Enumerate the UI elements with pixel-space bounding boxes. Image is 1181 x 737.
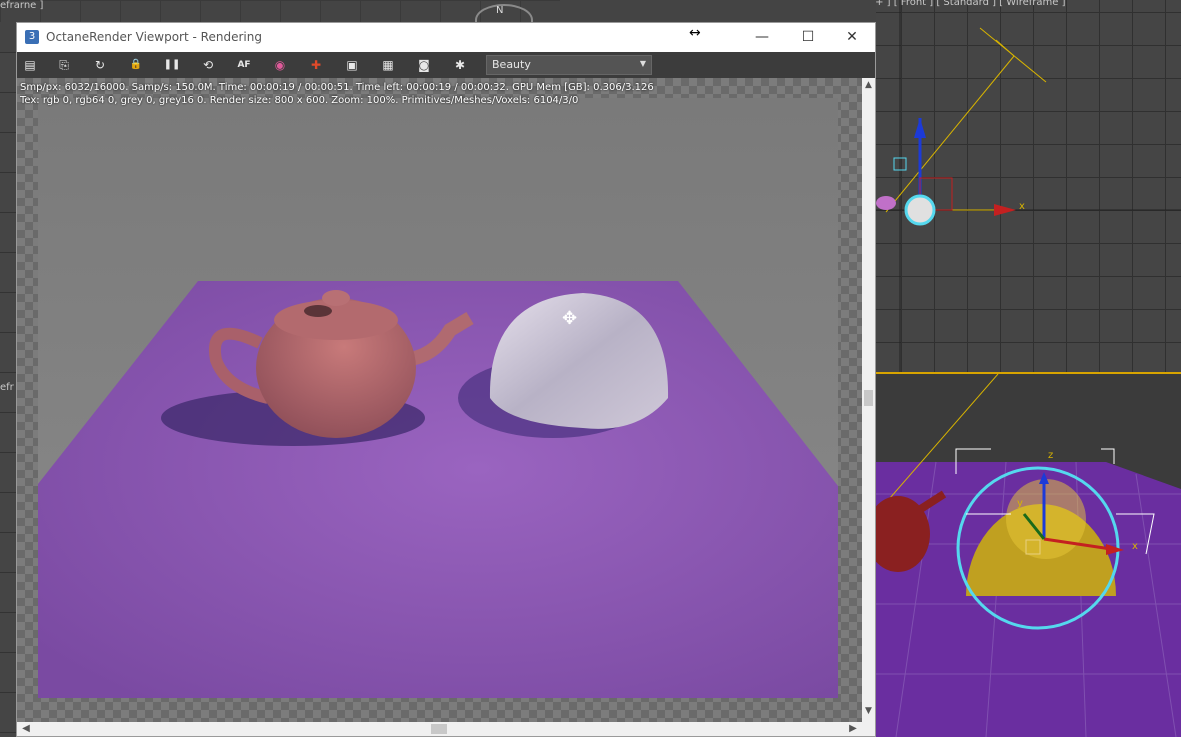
- move-cursor-icon: ✥: [562, 308, 578, 329]
- pause-icon[interactable]: ❚❚: [163, 56, 181, 74]
- resize-cursor-icon: ↔: [689, 25, 701, 41]
- save-render-icon[interactable]: ▤: [21, 56, 39, 74]
- teapot-knob: [322, 290, 350, 306]
- window-title: OctaneRender Viewport - Rendering: [46, 30, 262, 44]
- refresh-icon[interactable]: ⟲: [199, 56, 217, 74]
- render-stats: Smp/px: 6032/16000. Samp/s: 150.0M. Time…: [20, 81, 654, 107]
- horizontal-scroll-thumb[interactable]: [431, 724, 447, 734]
- bbox-corner-tr: [1101, 448, 1115, 464]
- rendered-image[interactable]: [38, 98, 838, 698]
- scroll-up-arrow[interactable]: ▲: [863, 80, 874, 94]
- gizmo-z-arrowhead: [914, 118, 926, 138]
- lock-icon[interactable]: 🔒: [127, 56, 145, 74]
- persp-axis-y-label: y: [1017, 498, 1023, 509]
- region-render-icon[interactable]: ✚: [307, 56, 325, 74]
- top-left-viewport[interactable]: efrarne ] N: [0, 0, 560, 36]
- camera-line-3: [995, 39, 1015, 57]
- render-stats-line-2: Tex: rgb 0, rgb64 0, grey 0, grey16 0. R…: [20, 95, 579, 106]
- chevron-down-icon: ▼: [639, 59, 646, 68]
- camera-line-2: [885, 55, 1015, 213]
- front-viewport[interactable]: [ + ] [ Front ] [ Standard ] [ Wireframe…: [876, 0, 1181, 372]
- restart-render-icon[interactable]: ↻: [91, 56, 109, 74]
- render-pass-dropdown[interactable]: Beauty ▼: [486, 55, 652, 75]
- persp-axis-z-label: z: [1048, 450, 1054, 461]
- render-pass-value: Beauty: [492, 58, 531, 71]
- front-axis-x-label: x: [1019, 201, 1025, 212]
- color-picker-icon[interactable]: ◉: [271, 56, 289, 74]
- persp-axis-x-label: x: [1132, 541, 1138, 552]
- front-viewport-scene: [876, 0, 1181, 372]
- gizmo-x-arrowhead: [994, 204, 1016, 216]
- teapot-lid-hole: [304, 305, 332, 317]
- octane-render-window[interactable]: 3 OctaneRender Viewport - Rendering ↔ — …: [16, 22, 876, 737]
- dome-highlight: [1006, 479, 1086, 559]
- close-button[interactable]: ✕: [829, 23, 875, 52]
- camera-icon[interactable]: ◙: [415, 56, 433, 74]
- compass-north-label: N: [496, 5, 504, 16]
- minimize-button[interactable]: —: [739, 23, 785, 52]
- left-viewport-label: efr: [0, 382, 14, 393]
- film-icon[interactable]: ▦: [379, 56, 397, 74]
- autofocus-icon[interactable]: AF: [235, 56, 253, 74]
- perspective-viewport[interactable]: x y z: [876, 374, 1181, 737]
- left-viewport-strip[interactable]: efr: [0, 52, 16, 737]
- vertical-scroll-thumb[interactable]: [864, 390, 873, 406]
- selected-sphere-front: [904, 194, 936, 226]
- render-canvas[interactable]: Smp/px: 6032/16000. Samp/s: 150.0M. Time…: [17, 78, 862, 722]
- app-icon: 3: [25, 30, 39, 44]
- settings-gear-icon[interactable]: ✱: [451, 56, 469, 74]
- horizontal-scrollbar[interactable]: ◀ ▶: [17, 722, 862, 736]
- display-icon[interactable]: ▣: [343, 56, 361, 74]
- scroll-left-arrow[interactable]: ◀: [19, 722, 33, 736]
- top-left-viewport-label: efrarne ]: [0, 0, 44, 11]
- maximize-button[interactable]: ☐: [785, 23, 831, 52]
- render-toolbar: ▤ ⎘ ↻ 🔒 ❚❚ ⟲ AF ◉ ✚ ▣ ▦ ◙ ✱ Beauty ▼: [17, 52, 875, 78]
- perspective-viewport-scene: [876, 374, 1181, 737]
- copy-icon[interactable]: ⎘: [55, 56, 73, 74]
- title-bar[interactable]: 3 OctaneRender Viewport - Rendering ↔ — …: [17, 23, 875, 52]
- scroll-down-arrow[interactable]: ▼: [863, 706, 874, 720]
- vertical-scrollbar[interactable]: ▲ ▼: [862, 78, 875, 722]
- scroll-right-arrow[interactable]: ▶: [846, 722, 860, 736]
- render-stats-line-1: Smp/px: 6032/16000. Samp/s: 150.0M. Time…: [20, 82, 654, 93]
- teapot-front: [876, 196, 896, 210]
